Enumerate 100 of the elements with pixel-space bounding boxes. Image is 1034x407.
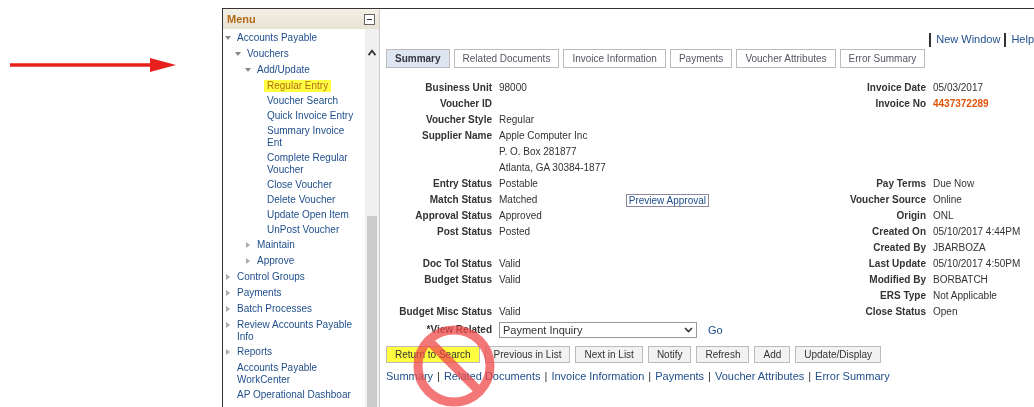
view-related-select[interactable]: Payment Inquiry [499, 322, 697, 338]
field-label: Voucher ID [438, 97, 492, 111]
menu-item[interactable]: Reports [234, 346, 275, 358]
field-value: Open [933, 305, 959, 319]
field-value: Posted [499, 225, 532, 239]
footer-link[interactable]: Payments [655, 370, 705, 382]
field-value: Valid [499, 273, 522, 287]
caret-down-icon[interactable] [245, 67, 251, 73]
toolbar-button[interactable]: Notify [647, 346, 692, 363]
go-link[interactable]: Go [708, 324, 723, 336]
menu-item[interactable]: UnPost Voucher [264, 224, 343, 236]
menu-item[interactable]: Maintain [254, 239, 298, 251]
caret-right-icon[interactable] [245, 242, 251, 248]
header-link[interactable]: Help [1004, 33, 1034, 47]
field-label: Modified By [868, 273, 926, 287]
field-value: P. O. Box 281877 [499, 145, 578, 159]
toolbar-button[interactable]: Next in List [575, 346, 643, 363]
field-value: Online [933, 193, 963, 207]
footer-link[interactable]: Voucher Attributes [714, 370, 805, 382]
menu-item[interactable]: Voucher Search [264, 95, 342, 107]
menu-item[interactable]: Add/Update [254, 64, 313, 76]
toolbar-button[interactable]: Refresh [696, 346, 750, 363]
menu-item[interactable]: Quick Invoice Entry [264, 110, 357, 122]
field-label: ERS Type [879, 289, 926, 303]
field-label: Post Status [436, 225, 492, 239]
caret-right-icon[interactable] [245, 258, 251, 264]
field-value: ONL [933, 209, 955, 223]
field-label: Doc Tol Status [421, 257, 492, 271]
tab[interactable]: Related Documents [453, 49, 560, 68]
caret-right-icon[interactable] [225, 306, 231, 312]
field-value: Matched [499, 193, 538, 207]
field-value: Regular [499, 113, 536, 127]
menu-item[interactable]: Control Groups [234, 271, 308, 283]
field-label: Entry Status [432, 177, 492, 191]
field-value: BORBATCH [933, 273, 989, 287]
caret-down-icon[interactable] [235, 51, 241, 57]
field-label: Invoice Date [866, 81, 926, 95]
toolbar-button[interactable]: Update/Display [795, 346, 882, 363]
caret-right-icon[interactable] [225, 274, 231, 280]
menu-title: Menu [227, 13, 256, 25]
menu-item[interactable]: Summary Invoice Ent [264, 125, 365, 149]
field-label: Created On [871, 225, 926, 239]
menu-item[interactable]: Review Accounts Payable Info [234, 319, 365, 343]
menu-item[interactable]: Approve [254, 255, 298, 267]
caret-right-icon[interactable] [225, 349, 231, 355]
tab[interactable]: Voucher Attributes [736, 49, 836, 68]
menu-item[interactable]: Batch Processes [234, 303, 316, 315]
menu-item[interactable]: Update Open Item [264, 209, 352, 221]
field-value: Valid [499, 257, 522, 271]
tab[interactable]: Error Summary [839, 49, 926, 68]
tab[interactable]: Summary [386, 49, 450, 68]
tab[interactable]: Invoice Information [563, 49, 666, 68]
preview-approval-link[interactable]: Preview Approval [625, 193, 709, 207]
menu-item[interactable]: Vouchers [244, 48, 292, 60]
field-label: Origin [895, 209, 926, 223]
field-value: Apple Computer Inc [499, 129, 589, 143]
field-value: 4437372289 [933, 97, 990, 111]
field-label: Budget Misc Status [398, 305, 492, 319]
field-label: Business Unit [424, 81, 492, 95]
link-separator: | [543, 370, 549, 382]
caret-down-icon[interactable] [225, 35, 231, 41]
field-label: Pay Terms [875, 177, 926, 191]
toolbar-button[interactable]: Add [754, 346, 791, 363]
field-value: 98000 [499, 81, 528, 95]
field-label: Last Update [867, 257, 926, 271]
collapse-icon[interactable] [364, 13, 375, 25]
menu-item[interactable]: Complete Regular Voucher [264, 152, 365, 176]
caret-right-icon[interactable] [225, 290, 231, 296]
field-value: 05/10/2017 4:44PM [933, 225, 1022, 239]
field-value: Not Applicable [933, 289, 998, 303]
field-label: Supplier Name [420, 129, 492, 143]
field-label: Budget Status [423, 273, 492, 287]
menu-item[interactable]: Accounts Payable WorkCenter [234, 362, 365, 386]
field-value: Approved [499, 209, 543, 223]
link-separator: | [436, 370, 441, 382]
menu-item[interactable]: AP Operational Dashboar [234, 389, 354, 401]
scrollbar-thumb[interactable] [367, 215, 377, 407]
caret-right-icon[interactable] [225, 322, 231, 328]
field-label: Voucher Style [425, 113, 492, 127]
menu-item[interactable]: Regular Entry [264, 80, 332, 92]
field-value: 05/03/2017 [933, 81, 985, 95]
field-value: Due Now [933, 177, 976, 191]
link-separator: | [647, 370, 653, 382]
field-label: Created By [872, 241, 926, 255]
menu-item[interactable]: Close Voucher [264, 179, 336, 191]
footer-link[interactable]: Error Summary [815, 370, 890, 382]
field-label: Approval Status [414, 209, 492, 223]
menu-item[interactable]: Accounts Payable [234, 32, 321, 44]
scroll-up-icon[interactable] [367, 49, 377, 56]
menu-item[interactable]: Payments [234, 287, 285, 299]
field-label: Invoice No [874, 97, 926, 111]
link-separator: | [807, 370, 813, 382]
header-link[interactable]: New Window [929, 33, 1001, 47]
tab[interactable]: Payments [669, 49, 733, 68]
link-separator: | [707, 370, 712, 382]
field-value: Postable [499, 177, 539, 191]
menu-item[interactable]: Delete Voucher [264, 194, 339, 206]
chevron-down-icon [684, 327, 693, 333]
footer-link[interactable]: Invoice Information [551, 370, 645, 382]
field-value: Atlanta, GA 30384-1877 [499, 161, 607, 175]
